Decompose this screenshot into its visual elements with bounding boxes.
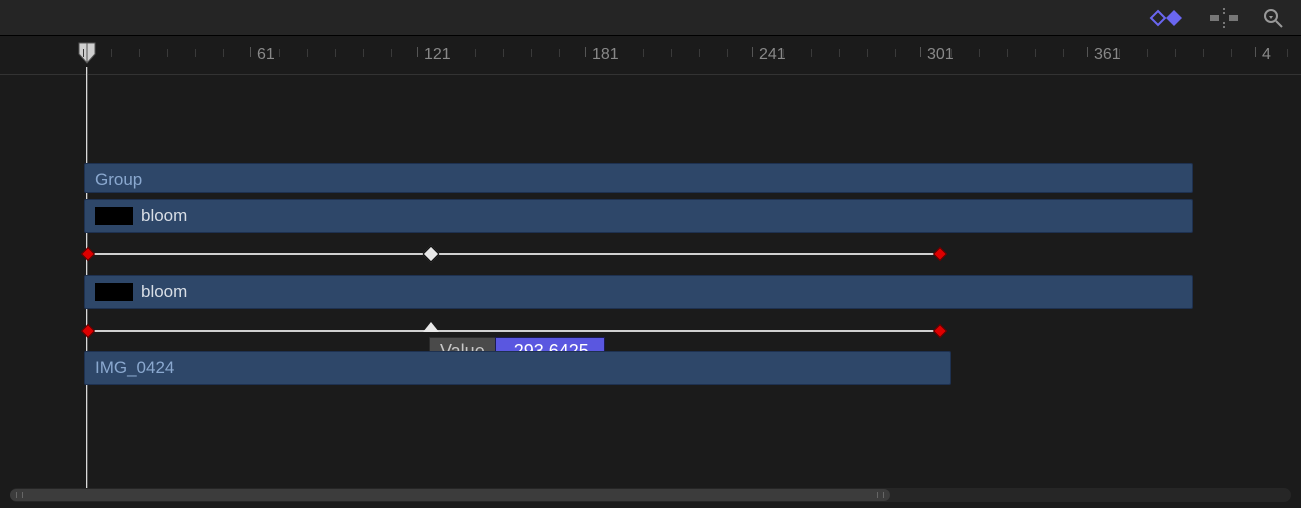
ruler-minor-tick <box>447 49 448 57</box>
track-label: bloom <box>95 282 187 302</box>
ruler-minor-tick <box>1147 49 1148 57</box>
ruler-minor-tick <box>531 49 532 57</box>
ruler-minor-tick <box>167 49 168 57</box>
keyframe-start-marker[interactable] <box>81 324 95 338</box>
ruler-minor-tick <box>699 49 700 57</box>
ruler-label: 61 <box>257 46 275 64</box>
toolbar <box>0 0 1301 36</box>
ruler-minor-tick <box>307 49 308 57</box>
track-row-bloom-1[interactable]: bloom <box>84 199 1193 233</box>
playhead-marker[interactable] <box>78 42 96 69</box>
clip-thumbnail <box>95 283 133 301</box>
keyframe-tool-icon[interactable] <box>1149 9 1185 27</box>
ruler-minor-tick <box>1175 49 1176 57</box>
ruler-minor-tick <box>783 49 784 57</box>
ruler-minor-tick <box>1063 49 1064 57</box>
ruler-minor-tick <box>1035 49 1036 57</box>
keyframe-line-2[interactable] <box>88 330 940 332</box>
ruler-minor-tick <box>867 49 868 57</box>
ruler-minor-tick <box>615 49 616 57</box>
timeline-ruler[interactable]: 611211812413013614 <box>0 37 1301 75</box>
keyframe-end-marker[interactable] <box>933 247 947 261</box>
ruler-minor-tick <box>223 49 224 57</box>
keyframe-start-marker[interactable] <box>81 247 95 261</box>
ruler-minor-tick <box>727 49 728 57</box>
track-label: bloom <box>95 206 187 226</box>
track-row-image[interactable]: IMG_0424 <box>84 351 951 385</box>
track-area: Group bloom bloom Value -293.6425 IMG_04… <box>0 75 1301 508</box>
ruler-minor-tick <box>895 49 896 57</box>
ruler-minor-tick <box>1287 49 1288 57</box>
ruler-major-tick <box>417 47 418 57</box>
keyframe-diamond[interactable] <box>423 246 440 263</box>
ruler-label: 241 <box>759 46 786 64</box>
track-row-bloom-2[interactable]: bloom <box>84 275 1193 309</box>
ruler-minor-tick <box>363 49 364 57</box>
ruler-major-tick <box>752 47 753 57</box>
clip-thumbnail <box>95 207 133 225</box>
ruler-minor-tick <box>139 49 140 57</box>
track-name: bloom <box>141 206 187 226</box>
search-icon[interactable] <box>1263 8 1283 28</box>
group-bar[interactable]: Group <box>84 163 1193 193</box>
ruler-minor-tick <box>475 49 476 57</box>
horizontal-scrollbar[interactable] <box>10 488 1291 502</box>
ruler-minor-tick <box>951 49 952 57</box>
ruler-minor-tick <box>811 49 812 57</box>
ruler-minor-tick <box>1203 49 1204 57</box>
ruler-label: 361 <box>1094 46 1121 64</box>
ruler-minor-tick <box>1119 49 1120 57</box>
keyframe-end-marker[interactable] <box>933 324 947 338</box>
ruler-minor-tick <box>195 49 196 57</box>
ruler-label: 4 <box>1262 46 1271 64</box>
ruler-minor-tick <box>1231 49 1232 57</box>
track-label: IMG_0424 <box>95 358 174 378</box>
ruler-major-tick <box>250 47 251 57</box>
ruler-minor-tick <box>671 49 672 57</box>
ruler-minor-tick <box>111 49 112 57</box>
ruler-minor-tick <box>979 49 980 57</box>
ruler-minor-tick <box>503 49 504 57</box>
ruler-major-tick <box>585 47 586 57</box>
ruler-minor-tick <box>559 49 560 57</box>
ripple-tool-icon[interactable] <box>1209 8 1239 28</box>
ruler-minor-tick <box>279 49 280 57</box>
ruler-minor-tick <box>839 49 840 57</box>
ruler-minor-tick <box>643 49 644 57</box>
ruler-minor-tick <box>1007 49 1008 57</box>
ruler-minor-tick <box>391 49 392 57</box>
keyframe-selected-icon[interactable] <box>423 322 439 332</box>
ruler-major-tick <box>920 47 921 57</box>
group-label: Group <box>95 170 142 190</box>
scrollbar-thumb[interactable] <box>10 489 890 501</box>
ruler-major-tick <box>1087 47 1088 57</box>
ruler-minor-tick <box>335 49 336 57</box>
keyframe-line-1[interactable] <box>88 253 940 255</box>
ruler-minor-tick <box>83 49 84 57</box>
ruler-label: 301 <box>927 46 954 64</box>
ruler-major-tick <box>1255 47 1256 57</box>
track-name: bloom <box>141 282 187 302</box>
